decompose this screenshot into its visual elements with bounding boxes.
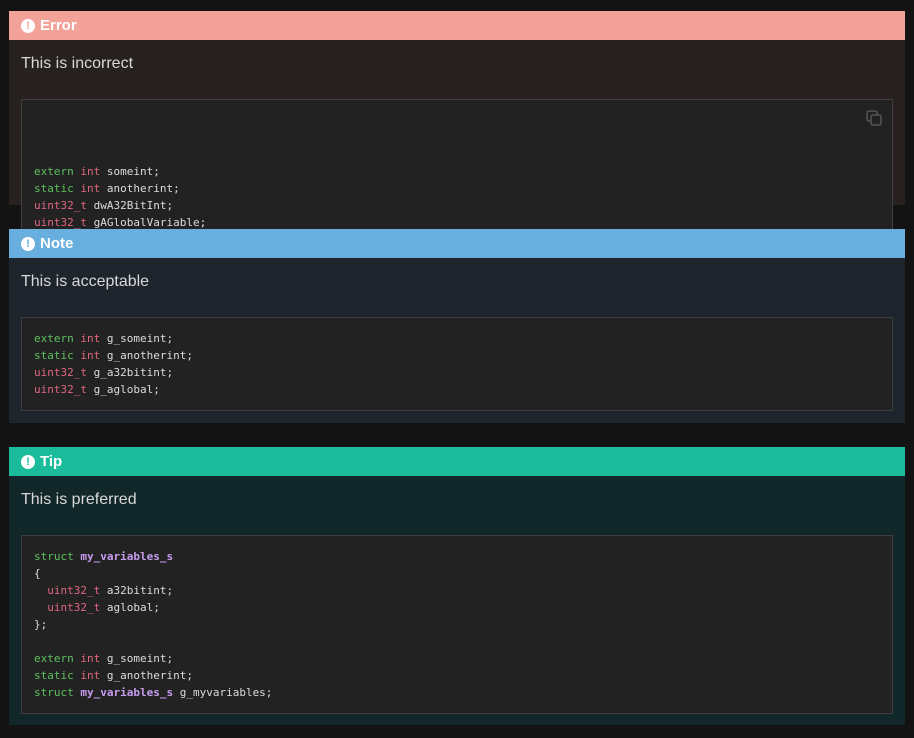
code-token: { [34, 567, 41, 580]
code-line: static int anotherint; [34, 180, 880, 197]
code-line: uint32_t g_a32bitint; [34, 364, 880, 381]
code-token: uint32_t [34, 199, 87, 212]
note-header: ! Note [9, 229, 905, 258]
code-line: struct my_variables_s [34, 548, 880, 565]
code-line: uint32_t aglobal; [34, 599, 880, 616]
code-token: uint32_t [34, 216, 87, 229]
code-token: someint; [100, 165, 160, 178]
code-token: struct [34, 686, 74, 699]
tip-admonition: ! Tip This is preferred struct my_variab… [9, 447, 905, 725]
code-token: my_variables_s [80, 550, 174, 563]
code-token: extern [34, 332, 74, 345]
code-token: int [80, 349, 101, 362]
code-token: int [80, 669, 101, 682]
code-line: extern int g_someint; [34, 330, 880, 347]
code-token: int [80, 182, 101, 195]
copy-icon[interactable] [866, 110, 882, 126]
tip-code-block[interactable]: struct my_variables_s { uint32_t a32bitin… [21, 535, 893, 714]
code-token: g_anotherint; [100, 349, 193, 362]
code-token: uint32_t [34, 383, 87, 396]
code-token: aglobal; [100, 601, 160, 614]
code-token: uint32_t [34, 366, 87, 379]
code-line: extern int g_someint; [34, 650, 880, 667]
tip-header: ! Tip [9, 447, 905, 476]
error-title: Error [40, 17, 77, 34]
exclamation-circle-icon: ! [21, 18, 35, 33]
note-code-block[interactable]: extern int g_someint; static int g_anothe… [21, 317, 893, 411]
error-text: This is incorrect [21, 55, 134, 72]
code-token: g_someint; [100, 652, 174, 665]
code-token: my_variables_s [80, 686, 174, 699]
code-token: uint32_t [47, 584, 101, 597]
code-line: uint32_t dwA32BitInt; [34, 197, 880, 214]
note-text: This is acceptable [21, 273, 150, 290]
code-token: extern [34, 652, 74, 665]
code-token: int [80, 165, 101, 178]
code-token: dwA32BitInt; [86, 199, 174, 212]
code-line: uint32_t a32bitint; [34, 582, 880, 599]
error-admonition: ! Error This is incorrect extern int som… [9, 11, 905, 244]
code-token: g_a32bitint; [86, 366, 174, 379]
exclamation-circle-icon: ! [21, 236, 35, 251]
code-line: extern int someint; [34, 163, 880, 180]
code-token: anotherint; [100, 182, 180, 195]
error-header: ! Error [9, 11, 905, 40]
code-token: static [34, 349, 74, 362]
code-line: static int g_anotherint; [34, 347, 880, 364]
note-admonition: ! Note This is acceptable extern int g_s… [9, 229, 905, 423]
code-token: a32bitint; [100, 584, 174, 597]
code-token: }; [34, 618, 48, 631]
code-token: g_aglobal; [86, 383, 160, 396]
code-token: static [34, 182, 74, 195]
code-line: uint32_t g_aglobal; [34, 381, 880, 398]
code-line: { [34, 565, 880, 582]
code-token: int [80, 332, 101, 345]
code-token: g_anotherint; [100, 669, 193, 682]
code-token: struct [34, 550, 74, 563]
code-token: gAGlobalVariable; [86, 216, 207, 229]
code-token: g_someint; [100, 332, 174, 345]
code-line: }; [34, 616, 880, 633]
tip-title: Tip [40, 453, 63, 470]
note-title: Note [40, 235, 74, 252]
code-token: static [34, 669, 74, 682]
code-token: extern [34, 165, 74, 178]
code-token: int [80, 652, 101, 665]
code-token: uint32_t [47, 601, 101, 614]
tip-text: This is preferred [21, 491, 137, 508]
error-code-block[interactable]: extern int someint; static int anotherint… [21, 99, 893, 244]
code-token: g_myvariables; [173, 686, 273, 699]
code-line: static int g_anotherint; [34, 667, 880, 684]
code-line: struct my_variables_s g_myvariables; [34, 684, 880, 701]
exclamation-circle-icon: ! [21, 454, 35, 469]
